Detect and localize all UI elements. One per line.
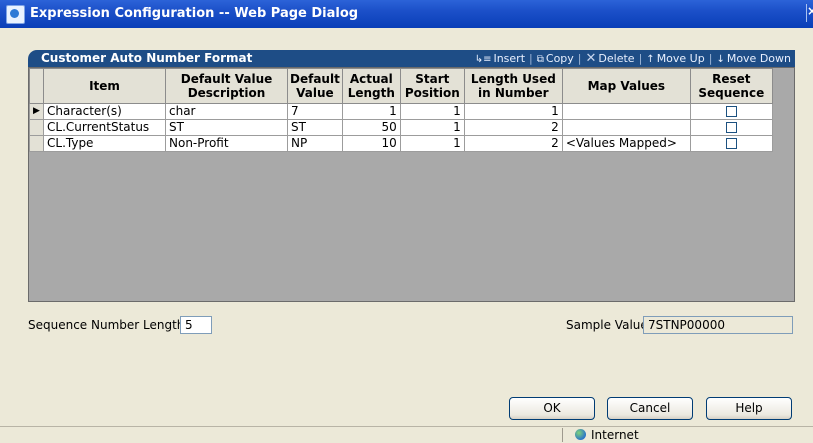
row-selector[interactable] <box>29 135 44 152</box>
close-icon[interactable]: × <box>806 4 813 22</box>
security-zone-label: Internet <box>591 428 639 442</box>
title-bar[interactable]: Expression Configuration -- Web Page Dia… <box>0 0 813 28</box>
reset-sequence-checkbox[interactable] <box>725 106 737 117</box>
cell-description[interactable]: Non-Profit <box>165 135 288 152</box>
delete-button[interactable]: ✕ Delete <box>586 51 635 66</box>
status-bar <box>0 426 813 443</box>
cancel-button[interactable]: Cancel <box>607 397 693 420</box>
cell-length-used[interactable]: 2 <box>463 119 563 136</box>
cell-item[interactable]: Character(s) <box>43 103 166 120</box>
grid-header-row: Item Default Value Description Default V… <box>29 68 773 104</box>
cell-map-values[interactable]: <Values Mapped> <box>561 135 691 152</box>
cell-start-position[interactable]: 1 <box>399 135 465 152</box>
move-down-button[interactable]: ↓ Move Down <box>716 52 791 65</box>
copy-icon: ⧉ <box>536 54 544 65</box>
cell-reset-sequence <box>689 119 773 136</box>
move-down-label: Move Down <box>726 52 791 65</box>
sequence-length-label: Sequence Number Length <box>28 318 185 332</box>
window-title: Expression Configuration -- Web Page Dia… <box>30 6 359 21</box>
toolbar-separator: | <box>529 52 533 65</box>
grid-toolbar: ↳≡ Insert | ⧉ Copy | ✕ Delete | ↑ Move Up | ↓ Move Do… <box>475 51 791 66</box>
help-button[interactable]: Help <box>706 397 792 420</box>
cell-default-value[interactable]: 7 <box>287 103 343 120</box>
cell-default-value[interactable]: NP <box>287 135 343 152</box>
cell-actual-length[interactable]: 50 <box>341 119 401 136</box>
cell-actual-length[interactable]: 10 <box>341 135 401 152</box>
reset-sequence-checkbox[interactable] <box>725 122 737 133</box>
toolbar-separator: | <box>708 52 713 65</box>
cell-length-used[interactable]: 2 <box>463 135 563 152</box>
cell-start-position[interactable]: 1 <box>399 103 465 120</box>
cell-description[interactable]: char <box>165 103 288 120</box>
row-selector[interactable] <box>29 119 44 136</box>
row-indicator-icon: ▶ <box>29 103 44 120</box>
delete-x-icon: ✕ <box>585 51 597 66</box>
column-header-reset-sequence[interactable]: Reset Sequence <box>689 68 773 104</box>
insert-icon: ↳≡ <box>474 54 492 65</box>
cell-item[interactable]: CL.CurrentStatus <box>43 119 166 136</box>
column-header-length-used[interactable]: Length Used in Number <box>463 68 563 104</box>
auto-number-grid: Item Default Value Description Default V… <box>29 68 773 152</box>
column-header-start-position[interactable]: Start Position <box>399 68 465 104</box>
cell-map-values[interactable] <box>561 103 691 120</box>
row-selector-header <box>29 68 44 104</box>
move-up-label: Move Up <box>656 52 705 65</box>
cell-reset-sequence <box>689 103 773 120</box>
column-header-item[interactable]: Item <box>43 68 166 104</box>
table-row[interactable]: ▶ Character(s) char 7 1 1 1 <box>29 103 773 120</box>
toolbar-separator: | <box>638 52 643 65</box>
table-row[interactable]: CL.Type Non-Profit NP 10 1 2 <Values Map… <box>29 135 773 152</box>
reset-sequence-checkbox[interactable] <box>725 138 737 149</box>
cell-item[interactable]: CL.Type <box>43 135 166 152</box>
ok-button[interactable]: OK <box>509 397 595 420</box>
cell-default-value[interactable]: ST <box>287 119 343 136</box>
column-header-actual-length[interactable]: Actual Length <box>341 68 401 104</box>
cell-start-position[interactable]: 1 <box>399 119 465 136</box>
panel-header: Customer Auto Number Format ↳≡ Insert | ⧉ Co… <box>28 50 795 67</box>
cell-description[interactable]: ST <box>165 119 288 136</box>
cell-length-used[interactable]: 1 <box>463 103 563 120</box>
arrow-up-icon: ↑ <box>646 54 655 65</box>
copy-label: Copy <box>545 52 574 65</box>
ie-page-icon <box>6 5 25 24</box>
copy-button[interactable]: ⧉ Copy <box>537 52 574 65</box>
globe-icon <box>575 429 586 440</box>
table-row[interactable]: CL.CurrentStatus ST ST 50 1 2 <box>29 119 773 136</box>
move-up-button[interactable]: ↑ Move Up <box>646 52 704 65</box>
insert-label: Insert <box>493 52 526 65</box>
insert-button[interactable]: ↳≡ Insert <box>475 52 525 65</box>
panel-title: Customer Auto Number Format <box>41 51 253 65</box>
grid-container: Item Default Value Description Default V… <box>28 67 795 302</box>
cell-reset-sequence <box>689 135 773 152</box>
arrow-down-icon: ↓ <box>716 54 725 65</box>
column-header-default-value[interactable]: Default Value <box>287 68 343 104</box>
sample-value-label: Sample Value <box>566 318 648 332</box>
column-header-map-values[interactable]: Map Values <box>561 68 691 104</box>
toolbar-separator: | <box>577 52 582 65</box>
sample-value-field <box>643 316 793 334</box>
column-header-description[interactable]: Default Value Description <box>165 68 288 104</box>
sequence-length-input[interactable] <box>180 316 212 334</box>
cell-actual-length[interactable]: 1 <box>341 103 401 120</box>
delete-label: Delete <box>598 52 635 65</box>
cell-map-values[interactable] <box>561 119 691 136</box>
